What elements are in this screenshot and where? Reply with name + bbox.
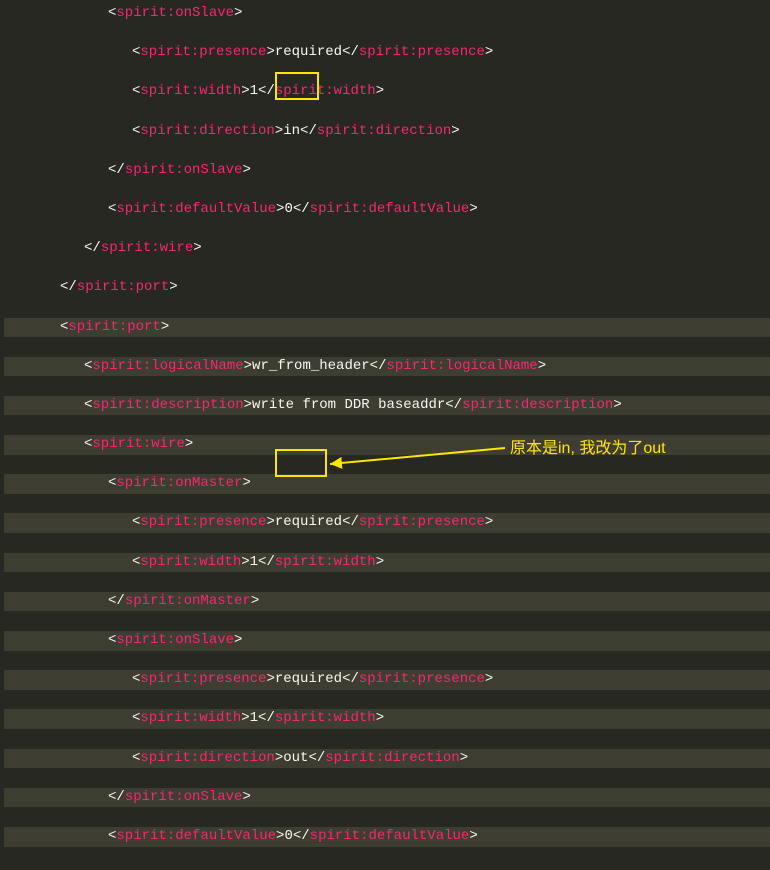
annotation-text: 原本是in, 我改为了out (510, 438, 666, 460)
code-block: <spirit:onSlave> <spirit:presence>requir… (0, 0, 770, 870)
